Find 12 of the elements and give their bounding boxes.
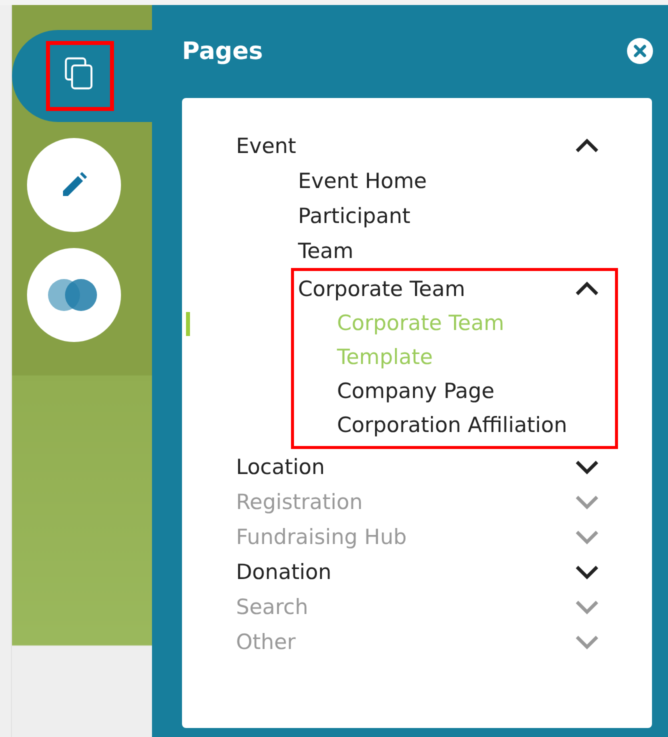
panel-title: Pages <box>182 37 263 65</box>
page-link[interactable]: Participant <box>298 198 600 233</box>
overlapping-circles-icon <box>48 277 100 313</box>
page-link[interactable]: Event Home <box>298 163 600 198</box>
page-group[interactable]: Event <box>236 128 600 163</box>
page-link[interactable]: Team <box>298 233 600 268</box>
close-icon[interactable] <box>627 38 653 64</box>
page-link[interactable]: Corporate Team <box>298 271 600 306</box>
page-group[interactable]: Location <box>236 449 600 484</box>
page-link[interactable]: Company Page <box>337 374 600 408</box>
page-group[interactable]: Donation <box>236 554 600 589</box>
page-link[interactable]: Corporation Affiliation <box>337 408 600 442</box>
